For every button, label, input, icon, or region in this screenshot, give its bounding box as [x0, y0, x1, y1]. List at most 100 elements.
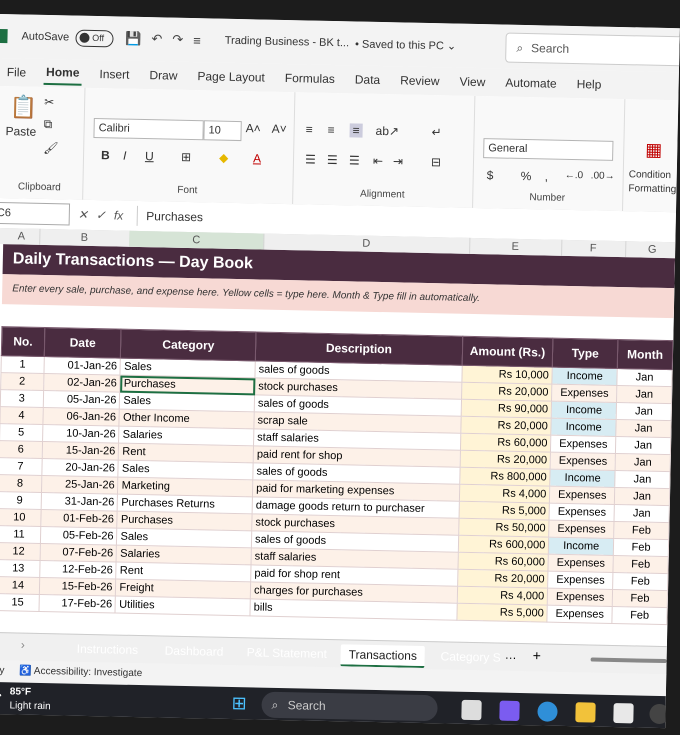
start-icon[interactable]: ⊞ — [231, 693, 247, 714]
row-month[interactable]: Jan — [615, 453, 671, 472]
row-description[interactable]: bills — [249, 598, 457, 621]
row-type[interactable]: Expenses — [551, 384, 618, 403]
row-month[interactable]: Feb — [612, 572, 668, 591]
add-sheet-icon[interactable]: + — [533, 647, 542, 663]
row-type[interactable]: Income — [552, 367, 618, 386]
sheet-tab-pl-statement[interactable]: P&L Statement — [238, 642, 335, 664]
row-month[interactable]: Jan — [616, 402, 672, 421]
row-amount[interactable]: Rs 60,000 — [457, 552, 549, 572]
paste-icon[interactable]: 📋 — [10, 94, 38, 121]
increase-font-icon[interactable]: A˄ — [246, 121, 261, 135]
column-header[interactable]: A — [3, 228, 41, 245]
orientation-icon[interactable]: ab↗ — [375, 124, 399, 138]
horizontal-scrollbar[interactable] — [590, 657, 667, 664]
row-amount[interactable]: Rs 5,000 — [456, 603, 548, 623]
decrease-decimal-icon[interactable]: .00→ — [591, 170, 615, 181]
tab-insert[interactable]: Insert — [97, 63, 131, 86]
row-number[interactable]: 8 — [0, 474, 42, 493]
copilot-icon[interactable] — [499, 700, 520, 722]
row-number[interactable]: 12 — [0, 542, 41, 561]
tab-formulas[interactable]: Formulas — [283, 67, 337, 90]
row-month[interactable]: Jan — [616, 385, 672, 404]
row-month[interactable]: Jan — [615, 419, 672, 438]
row-type[interactable]: Expenses — [549, 486, 615, 505]
row-month[interactable]: Feb — [612, 606, 668, 625]
row-date[interactable]: 01-Jan-26 — [43, 356, 121, 376]
conditional-formatting-icon[interactable]: ▦ — [645, 140, 662, 161]
tab-view[interactable]: View — [457, 71, 487, 94]
row-number[interactable]: 3 — [0, 389, 44, 408]
row-month[interactable]: Jan — [614, 487, 670, 506]
column-header[interactable]: E — [469, 237, 563, 256]
column-header[interactable]: G — [625, 241, 680, 259]
row-date[interactable]: 25-Jan-26 — [41, 475, 119, 495]
row-number[interactable]: 4 — [0, 406, 44, 425]
function-icon[interactable]: fx — [114, 208, 124, 222]
row-type[interactable]: Expenses — [547, 571, 614, 590]
more-tabs-icon[interactable]: … — [505, 648, 517, 662]
align-top-icon[interactable]: ≡ — [306, 122, 313, 136]
row-amount[interactable]: Rs 20,000 — [459, 450, 551, 470]
row-date[interactable]: 05-Jan-26 — [43, 390, 121, 410]
row-month[interactable]: Jan — [614, 504, 670, 523]
taskbar-search[interactable]: ⌕ Search — [261, 691, 438, 722]
row-number[interactable]: 6 — [0, 440, 43, 459]
temperature[interactable]: 85°F — [10, 686, 31, 697]
row-amount[interactable]: Rs 10,000 — [461, 365, 553, 385]
align-left-icon[interactable]: ☰ — [305, 152, 316, 166]
tab-next-icon[interactable]: › — [21, 638, 25, 652]
row-number[interactable]: 7 — [0, 457, 42, 476]
font-size-select[interactable]: 10 — [203, 120, 242, 142]
row-number[interactable]: 15 — [0, 593, 40, 612]
row-month[interactable]: Feb — [613, 521, 669, 540]
row-number[interactable]: 10 — [0, 508, 41, 527]
row-type[interactable]: Income — [548, 537, 614, 556]
row-date[interactable]: 07-Feb-26 — [39, 543, 117, 563]
row-month[interactable]: Jan — [615, 436, 671, 455]
wrap-text-icon[interactable]: ↵ — [431, 125, 441, 139]
tab-page-layout[interactable]: Page Layout — [195, 65, 267, 88]
increase-indent-icon[interactable]: ⇥ — [393, 154, 403, 168]
weather-icon[interactable]: ☁ — [0, 688, 2, 699]
cancel-icon[interactable]: ✕ — [78, 208, 88, 222]
row-amount[interactable]: Rs 600,000 — [457, 535, 549, 555]
formula-input[interactable]: Purchases — [137, 205, 204, 228]
row-date[interactable]: 01-Feb-26 — [40, 509, 118, 529]
font-name-select[interactable]: Calibri — [93, 117, 204, 141]
row-amount[interactable]: Rs 4,000 — [459, 484, 551, 504]
copy-icon[interactable]: ⧉ — [44, 117, 53, 132]
tab-data[interactable]: Data — [353, 68, 383, 91]
row-number[interactable]: 11 — [0, 525, 41, 544]
row-amount[interactable]: Rs 90,000 — [460, 399, 552, 419]
row-type[interactable]: Expenses — [549, 503, 615, 522]
sheet-tab-instructions[interactable]: Instructions — [69, 639, 147, 661]
row-type[interactable]: Income — [551, 418, 617, 437]
tab-review[interactable]: Review — [398, 69, 442, 92]
row-date[interactable]: 02-Jan-26 — [43, 373, 121, 393]
conditional-label-1[interactable]: Condition — [629, 169, 671, 181]
row-date[interactable]: 17-Feb-26 — [38, 594, 116, 614]
row-month[interactable]: Feb — [612, 589, 668, 608]
name-box[interactable]: C6 — [0, 201, 71, 226]
row-type[interactable]: Expenses — [548, 520, 615, 539]
redo-icon[interactable]: ↷ — [172, 32, 183, 48]
fill-color-icon[interactable]: ◆ — [219, 151, 229, 165]
save-icon[interactable]: 💾 — [125, 31, 141, 47]
cut-icon[interactable]: ✂ — [44, 95, 54, 109]
row-amount[interactable]: Rs 60,000 — [460, 433, 552, 453]
align-right-icon[interactable]: ☰ — [349, 153, 360, 167]
row-date[interactable]: 15-Feb-26 — [39, 577, 117, 597]
row-date[interactable]: 12-Feb-26 — [39, 560, 117, 580]
row-month[interactable]: Feb — [613, 555, 669, 574]
store-icon[interactable] — [613, 703, 634, 724]
italic-icon[interactable]: I — [123, 149, 127, 163]
row-number[interactable]: 13 — [0, 559, 40, 578]
edge-icon[interactable] — [537, 701, 558, 722]
tab-home[interactable]: Home — [43, 60, 82, 86]
row-amount[interactable]: Rs 20,000 — [460, 416, 552, 436]
save-status[interactable]: • Saved to this PC ⌄ — [355, 37, 456, 52]
row-type[interactable]: Expenses — [547, 588, 613, 607]
comma-icon[interactable]: , — [545, 169, 549, 183]
row-date[interactable]: 06-Jan-26 — [42, 407, 120, 427]
tab-help[interactable]: Help — [574, 73, 603, 96]
